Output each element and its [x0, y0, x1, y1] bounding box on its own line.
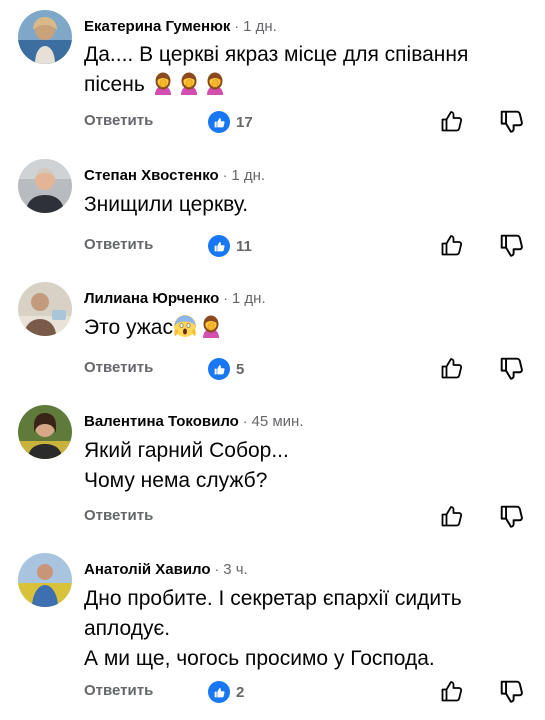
comment-text: Який гарний Собор... Чому нема служб? — [84, 436, 289, 496]
thumbs-down-outline-icon[interactable] — [499, 679, 525, 705]
comment-text: Да.... В церкві якраз місце для співання… — [84, 40, 468, 100]
like-count: 2 — [236, 683, 245, 701]
avatar[interactable] — [18, 553, 72, 607]
comment-line-with-emoji: пісень — [84, 70, 468, 100]
thumbs-up-outline-icon[interactable] — [440, 355, 464, 381]
author-name[interactable]: Лилиана Юрченко — [84, 290, 219, 307]
comment-time[interactable]: 1 дн. — [231, 167, 265, 184]
thumbs-down-outline-icon[interactable] — [499, 504, 525, 530]
thumbs-up-icon — [208, 235, 230, 257]
face-screaming-in-fear-icon — [173, 314, 197, 338]
comment-actions: Ответить 17 — [84, 110, 529, 134]
comment-header: Валентина Токовило · 45 мин. — [84, 413, 304, 430]
separator-dot: · — [242, 413, 248, 429]
reply-button[interactable]: Ответить — [84, 507, 153, 524]
comment-header: Екатерина Гуменюк · 1 дн. — [84, 18, 277, 35]
reaction-summary[interactable]: 5 — [208, 357, 244, 381]
reply-button[interactable]: Ответить — [84, 236, 153, 253]
comment-list: Екатерина Гуменюк · 1 дн. Да.... В церкві … — [0, 0, 545, 720]
comment-line: Дно пробите. І секретар єпархії сидить — [84, 587, 462, 610]
reply-button[interactable]: Ответить — [84, 682, 153, 699]
thumbs-down-outline-icon[interactable] — [499, 109, 525, 135]
comment-text: Знищили церкву. — [84, 190, 248, 220]
comment-actions: Ответить 11 — [84, 234, 529, 258]
thumbs-down-outline-icon[interactable] — [499, 233, 525, 259]
author-name[interactable]: Степан Хвостенко — [84, 167, 219, 184]
comment-time[interactable]: 1 дн. — [243, 18, 277, 35]
comment-actions: Ответить — [84, 505, 529, 529]
comment-line: А ми ще, чогось просимо у Господа. — [84, 647, 435, 670]
woman-facepalming-icon — [151, 71, 175, 95]
author-name[interactable]: Екатерина Гуменюк — [84, 18, 230, 35]
thumbs-up-icon — [208, 111, 230, 133]
separator-dot: · — [234, 18, 240, 34]
woman-facepalming-icon — [199, 314, 223, 338]
thumbs-up-outline-icon[interactable] — [440, 503, 464, 529]
thumbs-up-outline-icon[interactable] — [440, 108, 464, 134]
comment-header: Лилиана Юрченко · 1 дн. — [84, 290, 266, 307]
comment-header: Анатолій Хавило · 3 ч. — [84, 561, 248, 578]
comment-time[interactable]: 45 мин. — [252, 413, 304, 430]
thumbs-up-outline-icon[interactable] — [440, 232, 464, 258]
comment-actions: Ответить 5 — [84, 357, 529, 381]
comment-text: Это ужас — [84, 313, 225, 343]
avatar[interactable] — [18, 10, 72, 64]
comment-line: Да.... В церкві якраз місце для співання — [84, 43, 469, 66]
comment-line: аплодує. — [84, 617, 171, 640]
like-count: 11 — [236, 237, 252, 255]
comment-line: Это ужас — [84, 316, 173, 339]
like-count: 17 — [236, 113, 253, 131]
comment-actions: Ответить 2 — [84, 680, 529, 704]
reaction-summary[interactable]: 11 — [208, 234, 252, 258]
woman-facepalming-icon — [203, 71, 227, 95]
avatar[interactable] — [18, 159, 72, 213]
thumbs-up-icon — [208, 681, 230, 703]
comment-line: Знищили церкву. — [84, 193, 249, 216]
reply-button[interactable]: Ответить — [84, 112, 153, 129]
comment-line: пісень — [84, 73, 145, 96]
comment-text: Дно пробите. І секретар єпархії сидить а… — [84, 584, 462, 674]
avatar[interactable] — [18, 405, 72, 459]
reaction-summary[interactable]: 17 — [208, 110, 253, 134]
reply-button[interactable]: Ответить — [84, 359, 153, 376]
separator-dot: · — [222, 167, 228, 183]
comment-line: Чому нема служб? — [84, 469, 268, 492]
separator-dot: · — [223, 290, 228, 306]
woman-facepalming-icon — [177, 71, 201, 95]
avatar[interactable] — [18, 282, 72, 336]
comment-header: Степан Хвостенко · 1 дн. — [84, 167, 265, 184]
comment-line-with-emoji: Это ужас — [84, 313, 225, 343]
comment-time[interactable]: 1 дн. — [232, 290, 266, 307]
separator-dot: · — [214, 561, 220, 577]
comment-time[interactable]: 3 ч. — [223, 561, 248, 578]
reaction-summary[interactable]: 2 — [208, 680, 244, 704]
thumbs-down-outline-icon[interactable] — [499, 356, 525, 382]
thumbs-up-icon — [208, 358, 230, 380]
comment-line: Який гарний Собор... — [84, 439, 289, 462]
thumbs-up-outline-icon[interactable] — [440, 678, 464, 704]
like-count: 5 — [236, 360, 245, 378]
author-name[interactable]: Анатолій Хавило — [84, 561, 211, 578]
author-name[interactable]: Валентина Токовило — [84, 413, 239, 430]
